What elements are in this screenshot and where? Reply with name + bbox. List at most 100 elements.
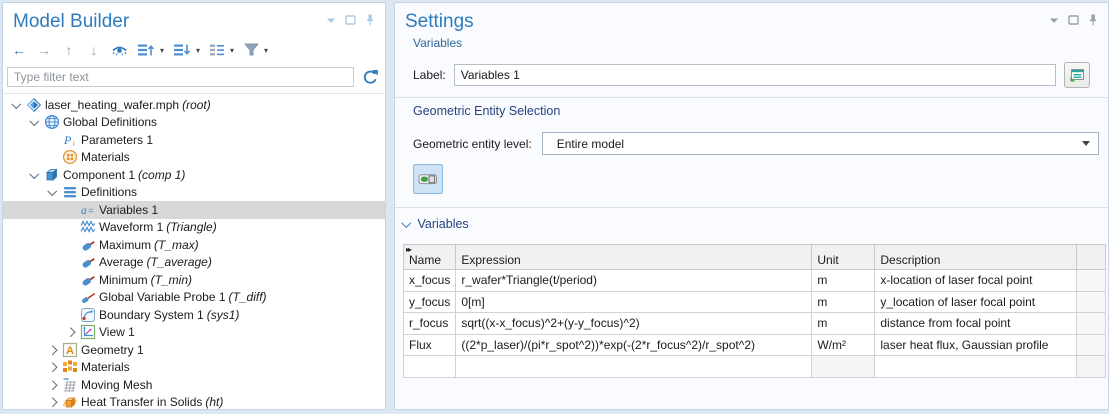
tree-item-tag: (ht): [205, 395, 223, 409]
geometric-entity-level-row: Geometric entity level: Entire model: [395, 132, 1108, 155]
column-header-name[interactable]: ▸▸Name: [404, 245, 456, 270]
tree-item-minimum[interactable]: Minimum(T_min): [3, 271, 385, 289]
cell-unit[interactable]: m: [812, 313, 875, 335]
expand-all-icon[interactable]: [137, 41, 155, 59]
chevron-down-icon[interactable]: [45, 189, 60, 196]
cell-expression[interactable]: [456, 356, 812, 378]
tree-item-definitions[interactable]: Definitions: [3, 184, 385, 202]
cell-description[interactable]: x-location of laser focal point: [875, 270, 1077, 292]
model-builder-toolbar: ← → ↑ ↓ ▾ ▾ ▾ ▾: [3, 34, 385, 65]
tree-item-moving-mesh[interactable]: Moving Mesh: [3, 376, 385, 394]
cell-extra: [1077, 356, 1106, 378]
filter-icon[interactable]: [243, 41, 259, 59]
column-header-unit[interactable]: Unit: [812, 245, 875, 270]
restore-icon[interactable]: [1068, 15, 1079, 25]
show-icon[interactable]: [111, 41, 128, 59]
show-label-form-button[interactable]: [1064, 62, 1090, 88]
collapse-all-icon[interactable]: [173, 41, 191, 59]
section-variables-header[interactable]: Variables: [395, 216, 1108, 232]
nav-forward-icon[interactable]: →: [36, 41, 52, 59]
chevron-right-icon[interactable]: [63, 329, 78, 336]
refresh-icon[interactable]: [362, 69, 379, 86]
move-up-icon[interactable]: ↑: [61, 41, 77, 59]
tree-item-materials[interactable]: Materials: [3, 149, 385, 167]
pin-icon[interactable]: [365, 14, 375, 26]
tree-item-tag: (sys1): [207, 308, 240, 322]
heat-transfer-icon: [61, 394, 78, 410]
tree-item-boundary-system-1[interactable]: Boundary System 1(sys1): [3, 306, 385, 324]
column-header-label: Description: [880, 253, 940, 267]
cell-expression[interactable]: sqrt((x-x_focus)^2+(y-y_focus)^2): [456, 313, 812, 335]
cell-name[interactable]: x_focus: [404, 270, 456, 292]
model-root-icon: [25, 97, 42, 113]
cell-description[interactable]: laser heat flux, Gaussian profile: [875, 334, 1077, 356]
tree-item-materials[interactable]: Materials: [3, 359, 385, 377]
dropdown-caret-icon[interactable]: ▾: [196, 46, 200, 55]
tree-item-label: Average: [99, 255, 146, 269]
dropdown-caret-icon[interactable]: ▾: [160, 46, 164, 55]
tree-item-global-definitions[interactable]: Global Definitions: [3, 114, 385, 132]
variables-icon: a=: [79, 202, 96, 218]
tree-item-view-1[interactable]: View 1: [3, 324, 385, 342]
cell-description[interactable]: y_location of laser focal point: [875, 291, 1077, 313]
cell-expression[interactable]: ((2*p_laser)/(pi*r_spot^2))*exp(-(2*r_fo…: [456, 334, 812, 356]
tree-filter-input[interactable]: [7, 67, 354, 87]
tree-item-component-1[interactable]: Component 1(comp 1): [3, 166, 385, 184]
cell-unit[interactable]: m: [812, 291, 875, 313]
cell-extra: [1077, 313, 1106, 335]
tree-item-laser-heating-wafer-mph[interactable]: laser_heating_wafer.mph(root): [3, 96, 385, 114]
chevron-right-icon[interactable]: [45, 364, 60, 371]
cell-name[interactable]: r_focus: [404, 313, 456, 335]
restore-icon[interactable]: [345, 15, 356, 25]
cell-unit[interactable]: W/m²: [812, 334, 875, 356]
cell-name[interactable]: Flux: [404, 334, 456, 356]
probe-icon: [79, 237, 96, 253]
column-header-expression[interactable]: Expression: [456, 245, 812, 270]
cell-extra: [1077, 270, 1106, 292]
menu-caret-icon[interactable]: [326, 17, 336, 24]
active-selection-toggle-button[interactable]: [413, 164, 443, 194]
cell-unit[interactable]: [812, 356, 875, 378]
pin-icon[interactable]: [1088, 14, 1098, 26]
chevron-right-icon[interactable]: [45, 382, 60, 389]
model-builder-header: Model Builder: [3, 3, 385, 34]
tree-item-waveform-1[interactable]: Waveform 1(Triangle): [3, 219, 385, 237]
label-input[interactable]: [454, 64, 1056, 86]
chevron-down-icon[interactable]: [9, 102, 24, 109]
cell-expression[interactable]: r_wafer*Triangle(t/period): [456, 270, 812, 292]
svg-text:a: a: [81, 205, 87, 217]
column-header-description[interactable]: Description: [875, 245, 1077, 270]
tree-item-heat-transfer-in-solids[interactable]: Heat Transfer in Solids(ht): [3, 394, 385, 411]
variable-row-empty[interactable]: [404, 356, 1106, 378]
nav-back-icon[interactable]: ←: [11, 41, 27, 59]
cell-unit[interactable]: m: [812, 270, 875, 292]
tree-item-global-variable-probe-1[interactable]: Global Variable Probe 1(T_diff): [3, 289, 385, 307]
dropdown-caret-icon[interactable]: ▾: [230, 46, 234, 55]
tree-item-geometry-1[interactable]: AGeometry 1: [3, 341, 385, 359]
tree-item-average[interactable]: Average(T_average): [3, 254, 385, 272]
menu-caret-icon[interactable]: [1049, 17, 1059, 24]
chevron-right-icon[interactable]: [45, 399, 60, 406]
cell-expression[interactable]: 0[m]: [456, 291, 812, 313]
chevron-down-icon[interactable]: [27, 172, 42, 179]
materials-icon: [61, 359, 78, 375]
boundary-system-icon: [79, 307, 96, 323]
chevron-right-icon[interactable]: [45, 347, 60, 354]
tree-item-maximum[interactable]: Maximum(T_max): [3, 236, 385, 254]
chevron-down-icon[interactable]: [27, 119, 42, 126]
cell-description[interactable]: [875, 356, 1077, 378]
tree-item-label: Heat Transfer in Solids: [81, 395, 205, 409]
cell-extra: [1077, 291, 1106, 313]
cell-name[interactable]: [404, 356, 456, 378]
move-down-icon[interactable]: ↓: [86, 41, 102, 59]
node-text-icon[interactable]: [209, 41, 225, 59]
tree-item-parameters-1[interactable]: PiParameters 1: [3, 131, 385, 149]
dropdown-caret-icon[interactable]: ▾: [264, 46, 268, 55]
cell-description[interactable]: distance from focal point: [875, 313, 1077, 335]
geometric-entity-level-select[interactable]: Entire model: [542, 132, 1099, 155]
geometry-icon: A: [61, 342, 78, 358]
cell-name[interactable]: y_focus: [404, 291, 456, 313]
definitions-icon: [61, 184, 78, 200]
settings-header: Settings: [395, 3, 1108, 34]
tree-item-variables-1[interactable]: a=Variables 1: [3, 201, 385, 219]
